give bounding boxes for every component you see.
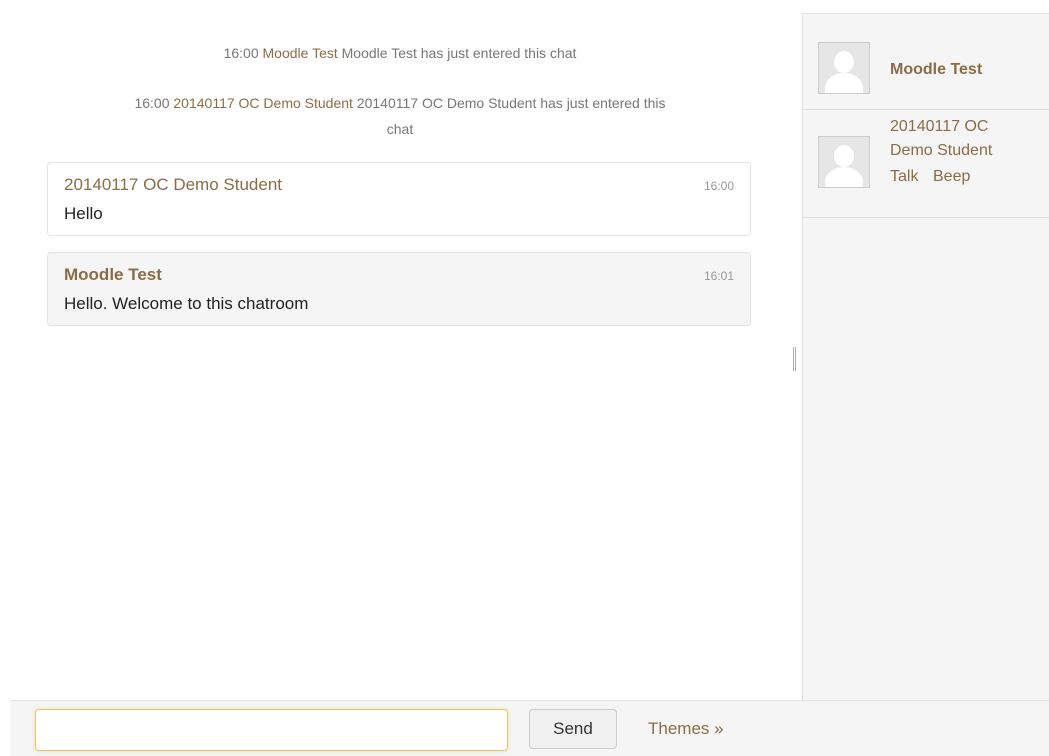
system-message-text: 20140117 OC Demo Student has just entere…	[356, 95, 666, 111]
system-message-time: 16:00	[134, 95, 170, 111]
avatar-head-icon	[834, 51, 854, 73]
message-time: 16:00	[703, 179, 734, 193]
avatar-body-icon	[825, 167, 863, 187]
user-name[interactable]: Moodle Test	[890, 59, 982, 81]
talk-link[interactable]: Talk	[890, 168, 918, 186]
send-button[interactable]: Send	[529, 709, 617, 749]
chat-message: 20140117 OC Demo Student 16:00 Hello	[47, 162, 751, 236]
themes-link[interactable]: Themes »	[648, 719, 724, 739]
message-user[interactable]: Moodle Test	[64, 265, 162, 285]
system-message-text-continued: chat	[386, 121, 414, 137]
chat-messages-area: 16:00 Moodle Test Moodle Test has just e…	[0, 0, 790, 700]
panel-resize-handle[interactable]	[793, 347, 796, 371]
user-list-item: Moodle Test	[803, 14, 1049, 110]
system-message-user[interactable]: Moodle Test	[263, 45, 338, 61]
beep-link[interactable]: Beep	[933, 168, 970, 186]
chat-message: Moodle Test 16:01 Hello. Welcome to this…	[47, 252, 751, 326]
avatar-head-icon	[834, 145, 854, 167]
message-user[interactable]: 20140117 OC Demo Student	[64, 175, 282, 195]
message-time: 16:01	[703, 269, 734, 283]
message-input-bar: Send Themes »	[10, 700, 1049, 756]
system-message-text: Moodle Test has just entered this chat	[341, 45, 577, 61]
avatar[interactable]	[818, 136, 870, 188]
system-message-user[interactable]: 20140117 OC Demo Student	[173, 95, 353, 111]
system-message-time: 16:00	[223, 45, 259, 61]
message-text: Hello	[64, 204, 103, 223]
system-message: 16:00 20140117 OC Demo Student 20140117 …	[40, 90, 760, 142]
system-message: 16:00 Moodle Test Moodle Test has just e…	[40, 40, 760, 66]
message-input[interactable]	[35, 709, 508, 751]
user-list-item: 20140117 OC Demo Student Talk Beep	[803, 110, 1049, 218]
user-name-continued[interactable]: Demo Student	[890, 140, 992, 162]
user-name[interactable]: 20140117 OC	[890, 116, 988, 138]
avatar[interactable]	[818, 42, 870, 94]
user-list-panel: Moodle Test 20140117 OC Demo Student Tal…	[802, 13, 1049, 700]
message-text: Hello. Welcome to this chatroom	[64, 294, 309, 313]
avatar-body-icon	[825, 73, 863, 93]
